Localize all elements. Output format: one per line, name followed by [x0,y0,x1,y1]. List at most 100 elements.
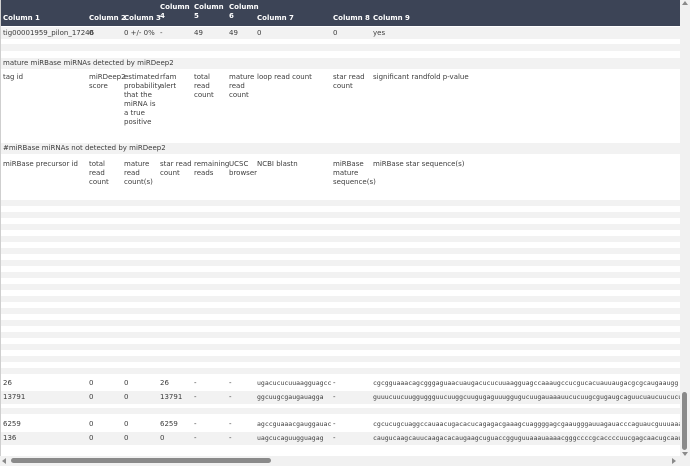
column-heading: UCSC browser [229,160,258,177]
column-heading: total read count [194,73,214,99]
column-heading: rfam alert [160,73,177,90]
cell: 0 [89,434,94,442]
cell: 13791 [3,393,26,401]
cell: - [333,420,336,428]
cell: caugucaagcauucaagacacaugaagcuguaccgguguu… [373,434,680,442]
header-column-5[interactable]: Column 5 [194,3,224,21]
empty-row [0,212,680,218]
cell: 13791 [160,393,183,401]
header-column-4[interactable]: Column 4 [160,3,190,21]
table-row: 6259 0 0 6259 - - agccguaaacgauggauacu -… [0,418,680,430]
empty-row [0,308,680,314]
cell: 0 [124,393,129,401]
empty-row [0,320,680,326]
horizontal-scrollbar[interactable] [0,456,680,466]
header-column-1[interactable]: Column 1 [3,14,40,23]
column-heading: loop read count [257,73,312,81]
empty-row [0,356,680,362]
column-heading: mature read count [229,73,255,99]
cell: ggcuugcgaugauagga [257,393,324,401]
cell: 6259 [3,420,21,428]
empty-row [0,200,680,206]
cell: - [333,393,336,401]
column-heading: miRDeep2 score [89,73,126,90]
table-row: tig00001959_pilon_17246 0 0 +/- 0% - 49 … [0,27,680,39]
table-viewport[interactable]: Column 1 Column 2 Column 3 Column 4 Colu… [0,0,690,466]
cell: 6259 [160,420,178,428]
header-column-7[interactable]: Column 7 [257,14,294,23]
column-heading: tag id [3,73,24,81]
column-heading: miRBase mature sequence(s) [333,160,376,186]
cell: 0 [89,393,94,401]
cell: 26 [3,379,12,387]
cell: uagcucaguugguagag [257,434,324,442]
cell: 49 [229,29,238,37]
horizontal-scrollbar-thumb[interactable] [11,458,271,463]
cell: 0 [124,420,129,428]
cell: - [229,393,232,401]
cell: - [160,29,163,37]
empty-row [0,224,680,230]
column-heading: star read count [160,160,192,177]
column-heading: miRBase precursor id [3,160,78,168]
cell: cgcgguaaacagcgggaguaacuaugacucucuuaaggua… [373,379,679,387]
cell: 0 +/- 0% [124,29,155,37]
cell: ugacucucuuaagguagcca [257,379,331,387]
cell: - [194,420,197,428]
section-header-row: tag id miRDeep2 score estimated probabil… [0,73,680,135]
header-column-3[interactable]: Column 3 [124,14,161,23]
cell: - [229,420,232,428]
column-heading: miRBase star sequence(s) [373,160,465,168]
empty-row [0,260,680,266]
cell: 0 [89,379,94,387]
cell: - [229,434,232,442]
section-header-row: miRBase precursor id total read count ma… [0,160,680,200]
cell: 136 [3,434,17,442]
empty-row [0,296,680,302]
section-title-row: #miRBase miRNAs not detected by miRDeep2 [0,143,680,154]
scroll-left-arrow-icon[interactable] [2,458,6,464]
scroll-right-arrow-icon[interactable] [672,458,676,464]
cell: - [333,434,336,442]
header-column-8[interactable]: Column 8 [333,14,370,23]
cell: guuucuucuugguggguucuuggcuugugaguuugguguc… [373,393,680,401]
vertical-scrollbar[interactable] [680,0,690,466]
empty-row [0,272,680,278]
section-title-row: mature miRBase miRNAs detected by miRDee… [0,58,680,69]
cell: - [194,393,197,401]
cell: - [194,434,197,442]
table-row: 13791 0 0 13791 - - ggcuugcgaugauagga - … [0,391,680,404]
cell: 0 [124,379,129,387]
empty-row [0,408,680,414]
empty-row [0,344,680,350]
section-title-not-detected: #miRBase miRNAs not detected by miRDeep2 [3,144,166,152]
cell: agccguaaacgauggauacu [257,420,331,428]
column-heading: star read count [333,73,365,90]
scroll-down-arrow-icon[interactable] [682,452,688,456]
empty-row [0,44,680,51]
header-column-9[interactable]: Column 9 [373,14,410,23]
table-row: 26 0 0 26 - - ugacucucuuaagguagcca - cgc… [0,377,680,389]
cell: - [229,379,232,387]
empty-row [0,236,680,242]
empty-row [0,284,680,290]
column-heading: mature read count(s) [124,160,153,186]
table-row: 136 0 0 0 - - uagcucaguugguagag - cauguc… [0,432,680,445]
section-title-detected: mature miRBase miRNAs detected by miRDee… [3,59,174,67]
cell: 0 [257,29,262,37]
frame-edge [0,0,1,466]
cell: tig00001959_pilon_17246 [3,29,95,37]
vertical-scrollbar-thumb[interactable] [682,392,687,450]
cell: - [333,379,336,387]
column-heading: estimated probability that the miRNA is … [124,73,162,126]
cell: 0 [124,434,129,442]
cell: - [194,379,197,387]
column-heading: significant randfold p-value [373,73,469,81]
header-column-2[interactable]: Column 2 [89,14,126,23]
column-heading: NCBI blastn [257,160,298,168]
header-column-6[interactable]: Column 6 [229,3,259,21]
scroll-up-arrow-icon[interactable] [682,1,688,5]
cell: 0 [160,434,165,442]
column-heading: remaining reads [194,160,230,177]
cell: 26 [160,379,169,387]
